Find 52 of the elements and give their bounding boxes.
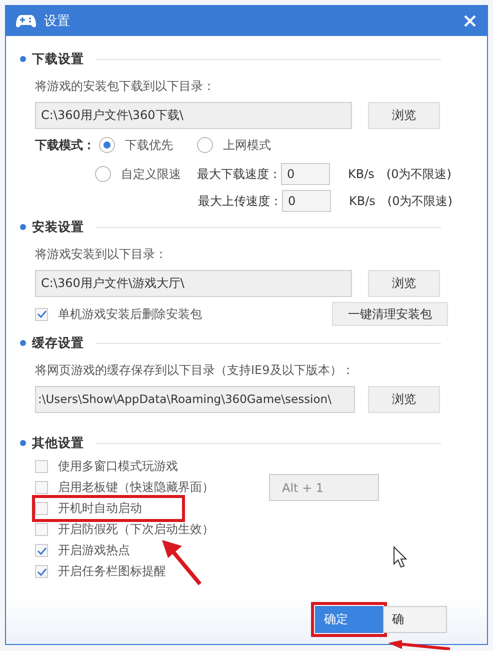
check-icon <box>36 310 46 318</box>
cursor-icon <box>393 546 407 568</box>
radio-button[interactable] <box>95 166 111 182</box>
checkbox-label: 单机游戏安装后删除安装包 <box>58 306 202 322</box>
checkbox-label: 使用多窗口模式玩游戏 <box>58 458 178 475</box>
section-heading: 缓存设置 <box>32 334 84 352</box>
annotation-arrow <box>388 640 452 650</box>
close-icon[interactable] <box>463 14 477 28</box>
section-heading: 安装设置 <box>32 218 84 236</box>
mode-label: 下载模式： <box>35 136 95 154</box>
checkbox[interactable] <box>35 523 48 536</box>
unit-label: KB/s <box>348 167 374 181</box>
radio-button[interactable] <box>197 137 213 153</box>
check-icon <box>36 546 46 554</box>
checkbox[interactable] <box>35 565 48 578</box>
checkbox-label: 开启防假死（下次启动生效） <box>58 521 214 538</box>
browse-button[interactable]: 浏览 <box>368 270 440 296</box>
limit-label: 最大上传速度： <box>198 192 282 210</box>
path-label: 将游戏安装到以下目录： <box>35 246 168 263</box>
path-label: 将游戏的安装包下载到以下目录： <box>35 78 216 95</box>
radio-label: 自定义限速 <box>121 166 181 182</box>
radio-button[interactable] <box>99 137 115 153</box>
radio-label: 下载优先 <box>125 136 173 154</box>
limit-note: (0为不限速) <box>387 192 452 210</box>
checkbox-label: 启用老板键（快速隐藏界面） <box>58 479 214 496</box>
unit-label: KB/s <box>349 194 376 208</box>
speed-field[interactable]: 0 <box>282 190 331 212</box>
radio-label: 上网模式 <box>223 136 271 154</box>
checkbox[interactable] <box>35 502 48 515</box>
browse-button[interactable]: 浏览 <box>368 386 440 412</box>
path-field[interactable]: C:\360用户文件\360下载\ <box>35 102 352 128</box>
browse-button[interactable]: 浏览 <box>368 102 440 128</box>
gamepad-icon <box>16 13 36 29</box>
section-heading: 下载设置 <box>32 50 84 68</box>
checkbox-label: 开机时自动启动 <box>58 500 142 517</box>
checkbox-label: 开启游戏热点 <box>58 542 130 559</box>
clean-button[interactable]: 一键清理安装包 <box>332 302 448 326</box>
section-heading: 其他设置 <box>32 434 84 452</box>
checkbox[interactable] <box>35 308 48 320</box>
speed-field[interactable]: 0 <box>281 163 330 185</box>
dialog-button[interactable]: 确 <box>383 606 447 632</box>
checkbox[interactable] <box>35 544 48 557</box>
limit-label: 最大下载速度： <box>197 166 281 182</box>
checkbox[interactable] <box>35 460 48 473</box>
window-title: 设置 <box>44 13 71 30</box>
limit-note: (0为不限速) <box>386 166 452 182</box>
path-field[interactable]: :\Users\Show\AppData\Roaming\360Game\session\ <box>35 386 355 412</box>
path-field[interactable]: C:\360用户文件\游戏大厅\ <box>35 270 352 296</box>
checkbox[interactable] <box>35 481 48 494</box>
path-label: 将网页游戏的缓存保存到以下目录（支持IE9及以下版本）： <box>35 362 355 379</box>
checkbox-label: 开启任务栏图标提醒 <box>58 563 166 580</box>
check-icon <box>36 568 46 576</box>
